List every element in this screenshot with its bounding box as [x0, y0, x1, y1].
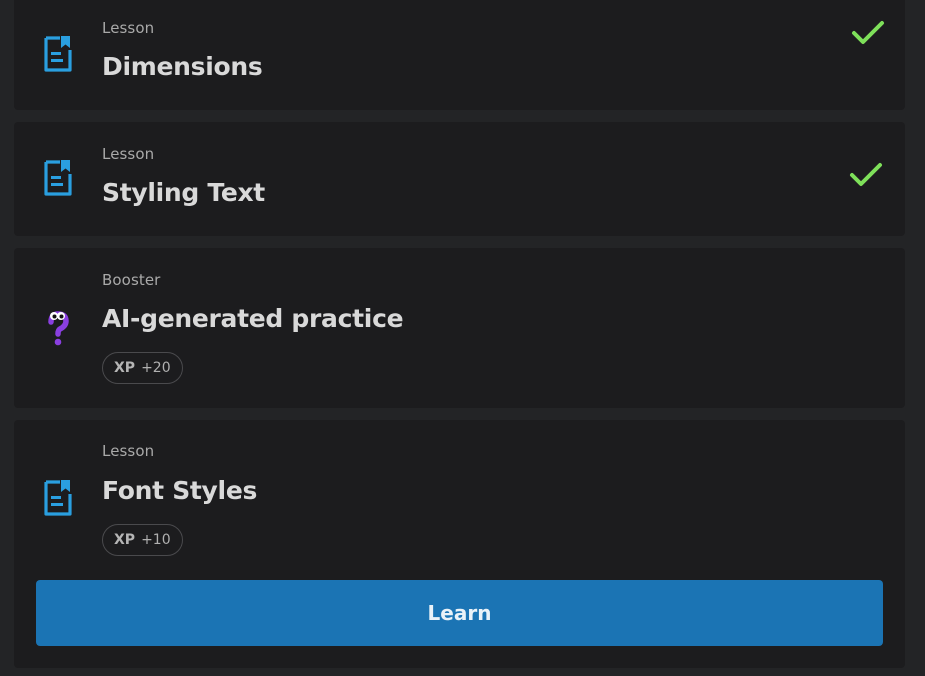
xp-badge: XP +20: [102, 352, 183, 384]
item-title: Font Styles: [102, 476, 258, 505]
checkmark-icon: [852, 21, 884, 44]
learn-button[interactable]: Learn: [36, 580, 883, 646]
lesson-card-styling-text[interactable]: Lesson Styling Text: [14, 122, 905, 236]
xp-badge: XP +10: [102, 524, 183, 556]
booster-card-ai-practice[interactable]: Booster AI-generated practice XP +20: [14, 248, 905, 408]
item-kind: Booster: [102, 271, 161, 289]
item-kind: Lesson: [102, 442, 155, 460]
xp-value: +20: [141, 360, 171, 376]
lesson-doc-icon: [40, 158, 76, 198]
xp-value: +10: [141, 532, 171, 548]
xp-label: XP: [114, 360, 136, 376]
lesson-card-dimensions[interactable]: Lesson Dimensions: [14, 0, 905, 110]
lesson-card-font-styles[interactable]: Lesson Font Styles XP +10 Learn: [14, 420, 905, 668]
item-kind: Lesson: [102, 19, 155, 37]
item-kind: Lesson: [102, 145, 155, 163]
xp-label: XP: [114, 532, 136, 548]
lesson-doc-icon: [40, 478, 76, 518]
question-mascot-icon: [40, 308, 76, 348]
item-title: AI-generated practice: [102, 304, 404, 333]
item-title: Styling Text: [102, 178, 265, 207]
lesson-doc-icon: [40, 34, 76, 74]
checkmark-icon: [850, 163, 882, 186]
item-title: Dimensions: [102, 52, 263, 81]
